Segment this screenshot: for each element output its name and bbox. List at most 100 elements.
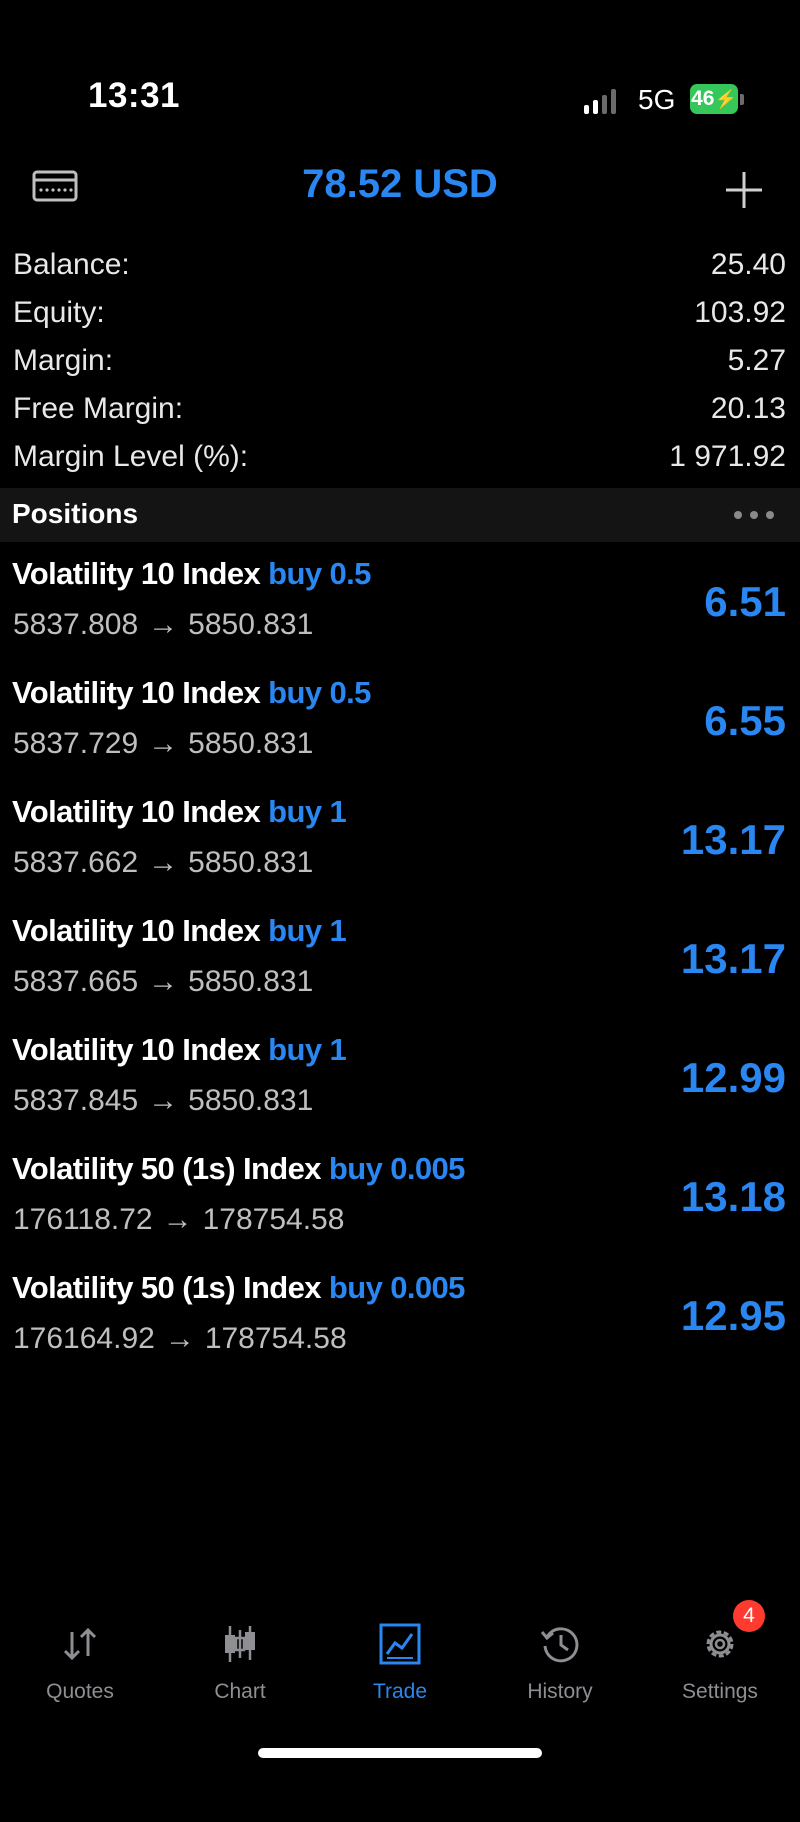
position-side: buy 1 — [268, 1032, 347, 1067]
summary-row-balance: Balance: 25.40 — [0, 242, 800, 290]
battery-level: 46 — [691, 87, 715, 110]
home-indicator[interactable] — [258, 1748, 542, 1758]
summary-label: Balance: — [13, 248, 130, 281]
position-profit: 13.17 — [680, 816, 786, 863]
tab-label: Trade — [372, 1680, 428, 1703]
position-title: Volatility 50 (1s) Index buy 0.005 — [12, 1270, 465, 1306]
current-price: 178754.58 — [204, 1322, 347, 1355]
position-profit: 13.18 — [680, 1173, 786, 1220]
quotes-icon — [63, 1627, 97, 1661]
position-prices: 176164.92 → 178754.58 — [13, 1322, 347, 1356]
summary-value: 1 971.92 — [669, 440, 786, 473]
position-symbol: Volatility 50 (1s) Index — [12, 1151, 322, 1186]
open-price: 5837.845 — [13, 1084, 139, 1117]
history-icon — [540, 1627, 579, 1663]
position-prices: 5837.665 → 5850.831 — [13, 965, 313, 999]
summary-label: Margin: — [13, 344, 114, 377]
position-symbol: Volatility 10 Index — [12, 556, 261, 591]
current-price: 5850.831 — [188, 846, 314, 879]
position-title: Volatility 10 Index buy 0.5 — [12, 675, 371, 711]
more-icon[interactable] — [734, 511, 774, 519]
arrow-right-icon: → — [148, 965, 179, 998]
summary-label: Equity: — [13, 296, 105, 329]
current-price: 5850.831 — [188, 608, 314, 641]
position-row[interactable]: Volatility 50 (1s) Index buy 0.005 176118… — [0, 1151, 800, 1270]
position-profit: 12.95 — [680, 1292, 786, 1339]
open-price: 5837.729 — [13, 727, 139, 760]
position-prices: 5837.662 → 5850.831 — [13, 846, 313, 880]
plus-icon[interactable] — [722, 168, 766, 212]
battery-tip — [740, 94, 744, 105]
tab-settings[interactable]: 4 Settings — [640, 1600, 800, 1712]
summary-value: 103.92 — [694, 296, 786, 329]
positions-title: Positions — [12, 498, 139, 529]
notification-badge: 4 — [733, 1600, 765, 1632]
current-price: 5850.831 — [188, 965, 314, 998]
summary-row-free-margin: Free Margin: 20.13 — [0, 386, 800, 434]
position-title: Volatility 50 (1s) Index buy 0.005 — [12, 1151, 465, 1187]
status-time: 13:31 — [88, 76, 181, 115]
position-prices: 5837.845 → 5850.831 — [13, 1084, 313, 1118]
arrow-right-icon: → — [148, 846, 179, 879]
tab-history[interactable]: History — [480, 1612, 640, 1712]
open-price: 5837.808 — [13, 608, 139, 641]
position-prices: 5837.729 → 5850.831 — [13, 727, 313, 761]
position-row[interactable]: Volatility 10 Index buy 1 5837.662 → 5850.8… — [0, 794, 800, 913]
position-side: buy 1 — [268, 794, 347, 829]
signal-icon — [584, 88, 624, 114]
position-profit: 6.55 — [704, 697, 786, 744]
position-prices: 5837.808 → 5850.831 — [13, 608, 313, 642]
position-prices: 176118.72 → 178754.58 — [13, 1203, 344, 1237]
tab-bar: Quotes Chart Trade History 4 Settings — [0, 1600, 800, 1712]
position-row[interactable]: Volatility 10 Index buy 1 5837.845 → 5850.8… — [0, 1032, 800, 1151]
position-side: buy 0.5 — [268, 556, 371, 591]
positions-section-header: Positions — [0, 488, 800, 542]
current-price: 178754.58 — [202, 1203, 345, 1236]
arrow-right-icon: → — [148, 1084, 179, 1117]
position-row[interactable]: Volatility 10 Index buy 0.5 5837.729 → 5850… — [0, 675, 800, 794]
position-profit: 6.51 — [704, 578, 786, 625]
tab-label: Chart — [214, 1680, 266, 1703]
summary-row-equity: Equity: 103.92 — [0, 290, 800, 338]
current-price: 5850.831 — [188, 727, 314, 760]
tab-trade[interactable]: Trade — [320, 1612, 480, 1712]
status-bar: 13:31 5G 46⚡ — [0, 0, 800, 140]
arrow-right-icon: → — [164, 1322, 195, 1355]
summary-row-margin: Margin: 5.27 — [0, 338, 800, 386]
open-price: 5837.662 — [13, 846, 139, 879]
position-title: Volatility 10 Index buy 0.5 — [12, 556, 371, 592]
tab-label: Quotes — [46, 1680, 114, 1703]
summary-row-margin-level: Margin Level (%): 1 971.92 — [0, 434, 800, 482]
tab-chart[interactable]: Chart — [160, 1612, 320, 1712]
current-price: 5850.831 — [188, 1084, 314, 1117]
position-symbol: Volatility 10 Index — [12, 1032, 261, 1067]
arrow-right-icon: → — [162, 1203, 193, 1236]
position-profit: 12.99 — [680, 1054, 786, 1101]
position-row[interactable]: Volatility 50 (1s) Index buy 0.005 176164… — [0, 1270, 800, 1389]
tab-label: Settings — [682, 1680, 758, 1703]
account-equity-title: 78.52 USD — [302, 162, 498, 206]
position-title: Volatility 10 Index buy 1 — [12, 913, 347, 949]
position-side: buy 1 — [268, 913, 347, 948]
position-side: buy 0.005 — [328, 1270, 466, 1305]
position-symbol: Volatility 10 Index — [12, 913, 261, 948]
position-symbol: Volatility 10 Index — [12, 675, 261, 710]
position-row[interactable]: Volatility 10 Index buy 1 5837.665 → 5850.8… — [0, 913, 800, 1032]
arrow-right-icon: → — [148, 608, 179, 641]
tab-quotes[interactable]: Quotes — [0, 1612, 160, 1712]
summary-value: 5.27 — [727, 344, 786, 377]
summary-label: Margin Level (%): — [13, 440, 249, 473]
positions-list: Volatility 10 Index buy 0.5 5837.808 → 5850… — [0, 556, 800, 1389]
settings-icon — [706, 1630, 734, 1658]
position-row[interactable]: Volatility 10 Index buy 0.5 5837.808 → 5850… — [0, 556, 800, 675]
open-price: 176164.92 — [13, 1322, 155, 1355]
summary-label: Free Margin: — [13, 392, 184, 425]
position-symbol: Volatility 50 (1s) Index — [12, 1270, 322, 1305]
open-price: 176118.72 — [13, 1203, 153, 1236]
position-side: buy 0.005 — [328, 1151, 466, 1186]
position-side: buy 0.5 — [268, 675, 371, 710]
position-title: Volatility 10 Index buy 1 — [12, 1032, 347, 1068]
open-price: 5837.665 — [13, 965, 139, 998]
account-summary: Balance: 25.40 Equity: 103.92 Margin: 5.… — [0, 242, 800, 482]
chart-icon — [225, 1626, 255, 1662]
